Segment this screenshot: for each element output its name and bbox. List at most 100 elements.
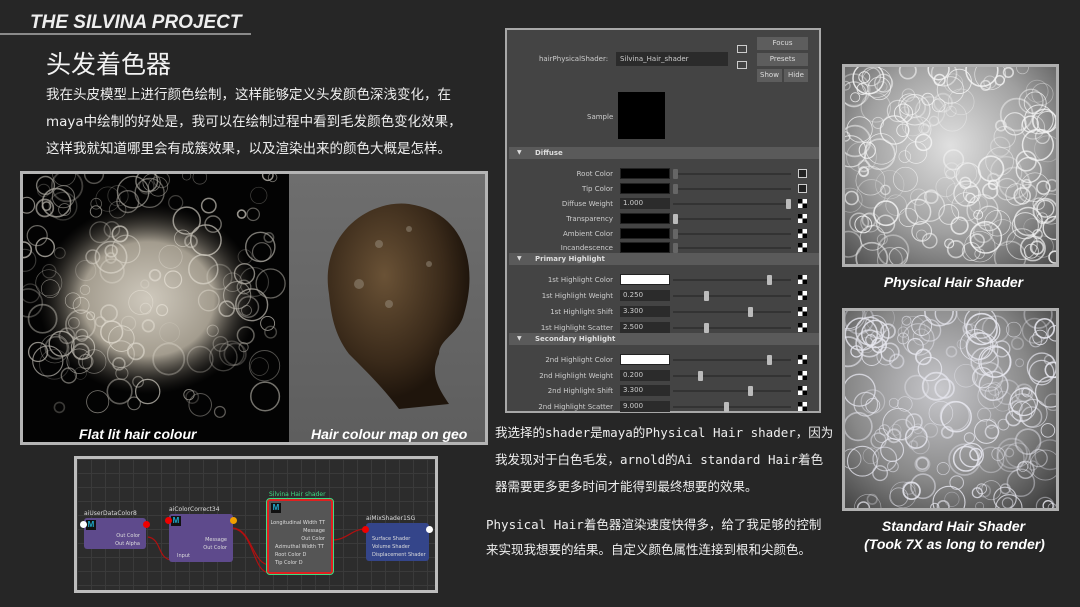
- slider-handle[interactable]: [703, 323, 709, 333]
- checker-icon[interactable]: [798, 371, 807, 380]
- checker-icon[interactable]: [798, 229, 807, 238]
- map-icon[interactable]: [798, 169, 807, 178]
- attribute-value-field[interactable]: 0.250: [620, 290, 670, 301]
- slider-handle[interactable]: [697, 371, 703, 381]
- port-surface-shader[interactable]: Surface Shader: [366, 535, 429, 543]
- node-silvina-hair-shader[interactable]: Silvina Hair shader M Longitudinal Width…: [266, 491, 334, 575]
- color-swatch[interactable]: [620, 354, 670, 365]
- map-icon[interactable]: [798, 184, 807, 193]
- port-root-color[interactable]: Root Color D: [269, 551, 331, 559]
- port-tip-color[interactable]: Tip Color D: [269, 559, 331, 567]
- slider-handle[interactable]: [747, 307, 753, 317]
- color-swatch[interactable]: [620, 242, 670, 253]
- color-swatch[interactable]: [620, 274, 670, 285]
- section-header-diffuse[interactable]: Diffuse: [509, 147, 819, 159]
- slider-handle[interactable]: [673, 169, 678, 179]
- node-name-field[interactable]: Silvina_Hair_shader: [616, 52, 728, 66]
- attribute-slider[interactable]: [673, 199, 791, 209]
- attribute-value-field[interactable]: 2.500: [620, 322, 670, 333]
- checker-icon[interactable]: [798, 386, 807, 395]
- port-input[interactable]: Input: [169, 552, 233, 560]
- attribute-slider[interactable]: [673, 214, 791, 224]
- attribute-slider[interactable]: [673, 169, 791, 179]
- focus-button[interactable]: Focus: [757, 37, 808, 50]
- hide-button[interactable]: Hide: [784, 69, 808, 82]
- checker-icon[interactable]: [798, 355, 807, 364]
- port-in[interactable]: [80, 521, 87, 528]
- port-out[interactable]: [426, 526, 433, 533]
- attribute-slider[interactable]: [673, 291, 791, 301]
- port-message[interactable]: Message: [269, 527, 331, 535]
- port-displacement-shader[interactable]: Displacement Shader: [366, 551, 429, 559]
- attribute-row: Root Color: [507, 168, 819, 180]
- node-editor[interactable]: aiUserDataColor8 M Out Color Out Alpha a…: [74, 456, 438, 593]
- port-out[interactable]: [143, 521, 150, 528]
- attribute-label: Diffuse Weight: [561, 200, 613, 208]
- attribute-slider[interactable]: [673, 307, 791, 317]
- color-swatch[interactable]: [620, 183, 670, 194]
- attribute-slider[interactable]: [673, 229, 791, 239]
- slider-handle[interactable]: [723, 402, 729, 412]
- port-longitudinal-width[interactable]: Longitudinal Width TT: [269, 519, 331, 527]
- attribute-slider[interactable]: [673, 275, 791, 285]
- slider-handle[interactable]: [673, 229, 678, 239]
- color-swatch[interactable]: [620, 228, 670, 239]
- slider-handle[interactable]: [673, 243, 678, 253]
- port-out-color[interactable]: Out Color: [169, 544, 233, 552]
- presets-button[interactable]: Presets: [757, 53, 808, 66]
- show-button[interactable]: Show: [757, 69, 782, 82]
- output-connection-icon[interactable]: [737, 61, 747, 69]
- attribute-slider[interactable]: [673, 371, 791, 381]
- checker-icon[interactable]: [798, 275, 807, 284]
- attribute-label: Transparency: [566, 215, 613, 223]
- input-connection-icon[interactable]: [737, 45, 747, 53]
- slider-handle[interactable]: [766, 275, 772, 285]
- color-swatch[interactable]: [620, 213, 670, 224]
- checker-icon[interactable]: [798, 243, 807, 252]
- curly-hair-image: [845, 311, 1056, 508]
- port-message[interactable]: Message: [169, 536, 233, 544]
- port-volume-shader[interactable]: Volume Shader: [366, 543, 429, 551]
- attribute-value-field[interactable]: 3.300: [620, 306, 670, 317]
- checker-icon[interactable]: [798, 214, 807, 223]
- section-header-secondary-highlight[interactable]: Secondary Highlight: [509, 333, 819, 345]
- node-aicolorcorrect34[interactable]: aiColorCorrect34 M Message Out Color Inp…: [165, 506, 237, 562]
- slider-handle[interactable]: [673, 184, 678, 194]
- slider-handle[interactable]: [786, 199, 791, 209]
- port-out-color[interactable]: Out Color: [269, 535, 331, 543]
- slider-handle[interactable]: [747, 386, 753, 396]
- attribute-slider[interactable]: [673, 323, 791, 333]
- checker-icon[interactable]: [798, 323, 807, 332]
- attribute-slider[interactable]: [673, 355, 791, 365]
- node-aimixshader1sg[interactable]: aiMixShader1SG Surface Shader Volume Sha…: [362, 515, 433, 561]
- attribute-value-field[interactable]: 1.000: [620, 198, 670, 209]
- slider-handle[interactable]: [766, 355, 772, 365]
- port-out[interactable]: [230, 517, 237, 524]
- port-in[interactable]: [165, 517, 172, 524]
- port-azimuthal-width[interactable]: Azimuthal Width TT: [269, 543, 331, 551]
- attribute-value-field[interactable]: 0.200: [620, 370, 670, 381]
- attribute-slider[interactable]: [673, 184, 791, 194]
- attribute-slider[interactable]: [673, 243, 791, 253]
- checker-icon[interactable]: [798, 199, 807, 208]
- checker-icon[interactable]: [798, 402, 807, 411]
- checker-icon[interactable]: [798, 307, 807, 316]
- attribute-slider[interactable]: [673, 386, 791, 396]
- attribute-label: 1st Highlight Color: [547, 276, 613, 284]
- port-out-color[interactable]: Out Color: [84, 532, 146, 540]
- port-out-alpha[interactable]: Out Alpha: [84, 540, 146, 548]
- attribute-slider[interactable]: [673, 402, 791, 412]
- attribute-value-field[interactable]: 9.000: [620, 401, 670, 412]
- wire-outcolor-tip: [231, 527, 271, 574]
- slider-handle[interactable]: [673, 214, 678, 224]
- render-time-note: (Took 7X as long to render): [864, 536, 1045, 552]
- color-swatch[interactable]: [620, 168, 670, 179]
- project-title: THE SILVINA PROJECT: [30, 12, 242, 33]
- slider-handle[interactable]: [703, 291, 709, 301]
- attribute-row: 2nd Highlight Scatter 9.000: [507, 401, 819, 413]
- checker-icon[interactable]: [798, 291, 807, 300]
- section-header-primary-highlight[interactable]: Primary Highlight: [509, 253, 819, 265]
- attribute-value-field[interactable]: 3.300: [620, 385, 670, 396]
- node-aiuserdatacolor8[interactable]: aiUserDataColor8 M Out Color Out Alpha: [80, 510, 150, 549]
- port-in[interactable]: [362, 526, 369, 533]
